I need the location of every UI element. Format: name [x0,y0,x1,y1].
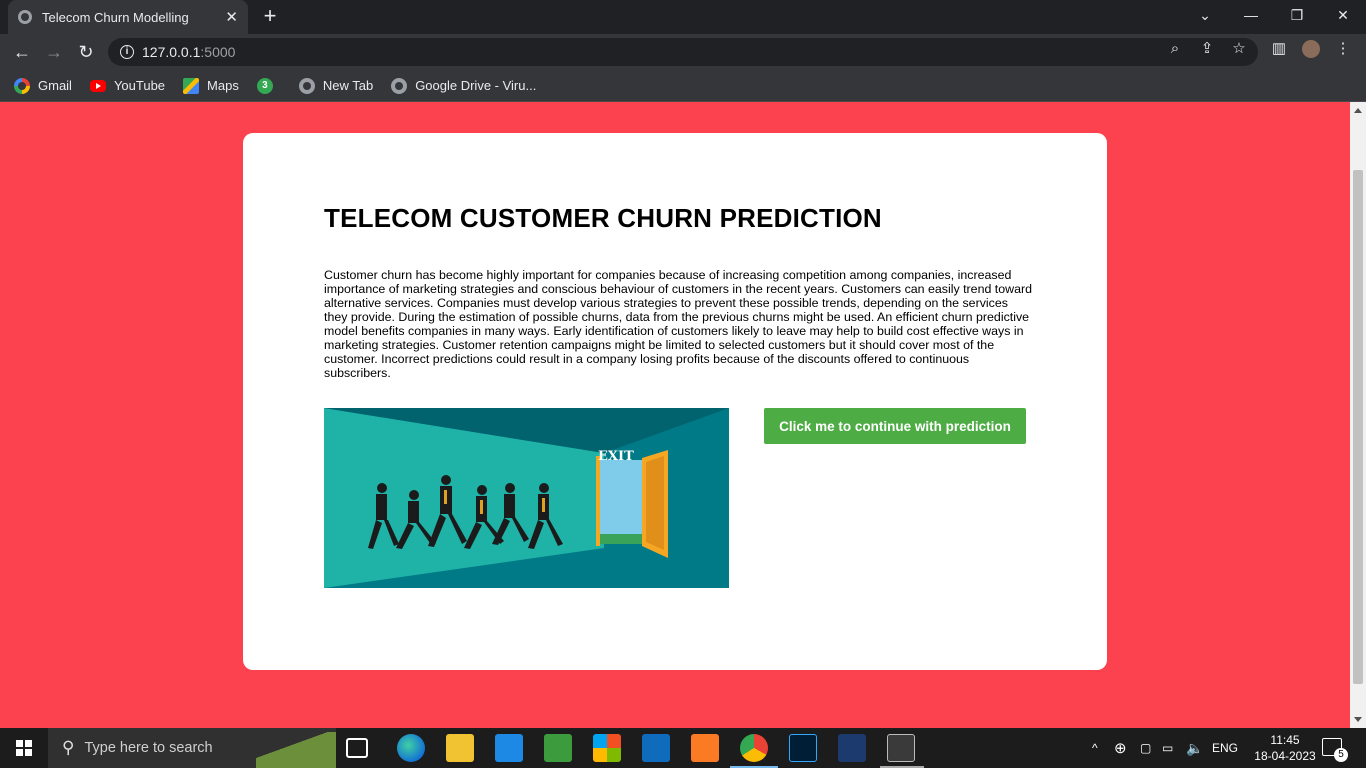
bookmark-star-icon[interactable]: ☆ [1230,40,1248,58]
show-hidden-icons-chevron[interactable]: ^ [1092,728,1098,768]
search-placeholder: Type here to search [84,740,213,756]
globe-icon [18,10,32,24]
bookmark-label: Gmail [38,78,72,93]
churn-illustration: EXIT [324,408,729,588]
window-close-button[interactable]: ✕ [1320,0,1366,30]
vertical-scrollbar[interactable] [1350,102,1366,728]
address-bar[interactable]: i 127.0.0.1:5000 [108,38,1258,66]
minimize-button[interactable]: — [1228,0,1274,30]
bookmarks-bar: Gmail YouTube Maps 3 New Tab Google Driv… [0,70,1366,102]
bookmark-google-drive[interactable]: Google Drive - Viru... [391,77,537,94]
tab-close-icon[interactable]: ✕ [225,8,238,26]
scroll-up-arrow-icon[interactable] [1354,108,1362,113]
tab-title: Telecom Churn Modelling [42,9,189,25]
meet-now-icon[interactable]: ▢ [1140,728,1151,768]
scroll-down-arrow-icon[interactable] [1354,717,1362,722]
zoom-icon[interactable]: ⌕ [1166,40,1184,58]
browser-tab[interactable]: Telecom Churn Modelling ✕ [8,0,248,34]
page-viewport: TELECOM CUSTOMER CHURN PREDICTION Custom… [0,102,1350,728]
url-port: :5000 [200,44,236,60]
taskbar-search-box[interactable]: ⚲ Type here to search [48,728,336,768]
exit-sign: EXIT [598,449,634,464]
site-info-icon[interactable]: i [120,45,134,59]
browser-tab-strip: Telecom Churn Modelling ✕ + ⌄ — ❐ ✕ [0,0,1366,34]
task-view-icon[interactable] [346,738,368,758]
forward-arrow-icon[interactable]: → [42,40,66,64]
content-card: TELECOM CUSTOMER CHURN PREDICTION Custom… [243,133,1107,670]
bookmark-label: Google Drive - Viru... [415,78,537,93]
maps-icon [183,77,200,94]
side-panel-icon[interactable]: ▥ [1270,40,1288,58]
restore-button[interactable]: ❐ [1274,0,1320,30]
exit-illustration-graphic: EXIT [324,408,729,588]
bookmark-maps[interactable]: Maps [183,77,239,94]
clock-time: 11:45 [1270,733,1300,747]
mail-icon[interactable] [642,734,670,762]
bookmark-gmail[interactable]: Gmail [14,77,72,94]
youtube-icon [89,79,106,92]
taskbar-clock[interactable]: 11:45 18-04-2023 [1252,732,1318,764]
bookmark-youtube[interactable]: YouTube [89,78,166,93]
back-arrow-icon[interactable]: ← [10,40,34,64]
bookmark-new-tab[interactable]: New Tab [298,77,374,94]
windows-logo-icon [16,740,32,756]
search-icon: ⚲ [62,738,75,757]
share-icon[interactable]: ⇪ [1198,40,1216,58]
menu-kebab-icon[interactable]: ⋮ [1334,40,1352,58]
url-host: 127.0.0.1 [142,44,201,60]
bookmark-whatsapp[interactable]: 3 [256,77,281,94]
clock-date: 18-04-2023 [1254,749,1316,763]
notification-count-badge: 5 [1334,748,1348,762]
photoshop-icon[interactable] [789,734,817,762]
continue-prediction-button[interactable]: Click me to continue with prediction [764,408,1026,444]
network-globe-icon[interactable]: ⊕ [1114,728,1127,768]
pen-app-icon[interactable] [495,734,523,762]
windows-taskbar: ⚲ Type here to search ^ ⊕ ▢ ▭ 🔈 ENG 11:4… [0,728,1366,768]
google-icon [14,77,30,94]
scroll-thumb[interactable] [1353,170,1363,684]
bookmark-label: YouTube [113,78,166,93]
intro-paragraph: Customer churn has become highly importa… [324,268,1032,380]
notepad-chart-icon[interactable] [544,734,572,762]
whatsapp-badge-icon: 3 [256,77,273,94]
page-title: TELECOM CUSTOMER CHURN PREDICTION [324,203,882,233]
profile-avatar[interactable] [1302,40,1320,58]
globe-icon [298,77,315,94]
browser-toolbar: ← → ↻ i 127.0.0.1:5000 ⌕ ⇪ ☆ ▥ ⋮ [0,34,1366,70]
microsoft-store-icon[interactable] [593,734,621,762]
new-tab-button[interactable]: + [258,5,282,29]
affinity-designer-icon[interactable] [838,734,866,762]
bookmark-label: Maps [207,78,239,93]
bookmark-label: New Tab [322,78,374,93]
edge-icon[interactable] [397,734,425,762]
battery-icon[interactable]: ▭ [1162,728,1173,768]
volume-icon[interactable]: 🔈 [1186,728,1203,768]
globe-icon [391,77,408,94]
language-indicator[interactable]: ENG [1212,728,1238,768]
xampp-icon[interactable] [691,734,719,762]
reload-icon[interactable]: ↻ [74,40,98,64]
terminal-icon[interactable] [887,734,915,762]
chrome-icon[interactable] [740,734,768,762]
file-explorer-icon[interactable] [446,734,474,762]
search-highlight-image [256,732,336,768]
tab-search-icon[interactable]: ⌄ [1182,0,1228,30]
start-button[interactable] [0,728,48,768]
